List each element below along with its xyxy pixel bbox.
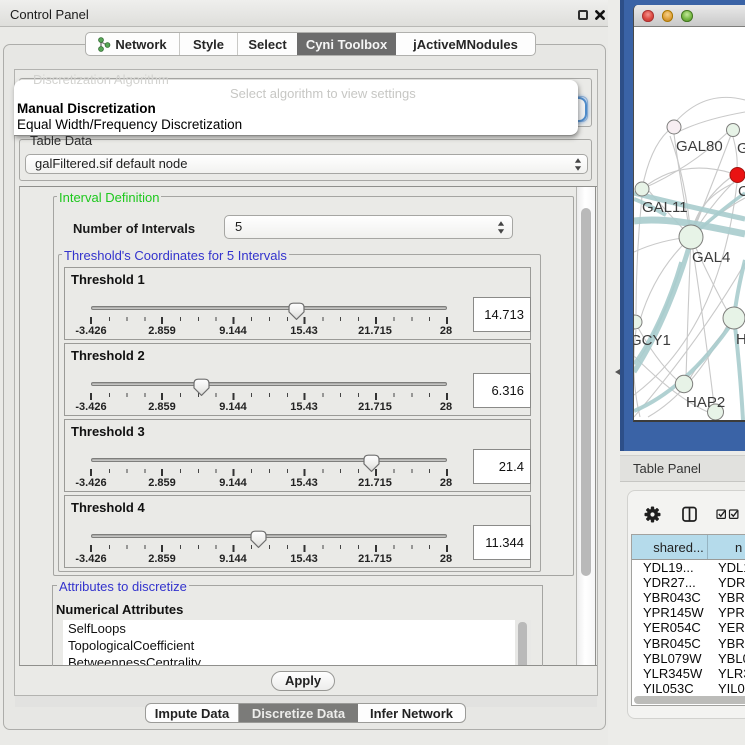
svg-text:C: C: [738, 183, 745, 200]
svg-text:GAL11: GAL11: [642, 199, 688, 216]
svg-text:GA: GA: [737, 140, 745, 157]
svg-text:HAP2: HAP2: [686, 394, 725, 411]
svg-text:HI: HI: [736, 331, 745, 348]
svg-text:GAL4: GAL4: [692, 249, 730, 266]
svg-text:GCY1: GCY1: [634, 332, 671, 349]
svg-text:GAL80: GAL80: [676, 138, 723, 155]
